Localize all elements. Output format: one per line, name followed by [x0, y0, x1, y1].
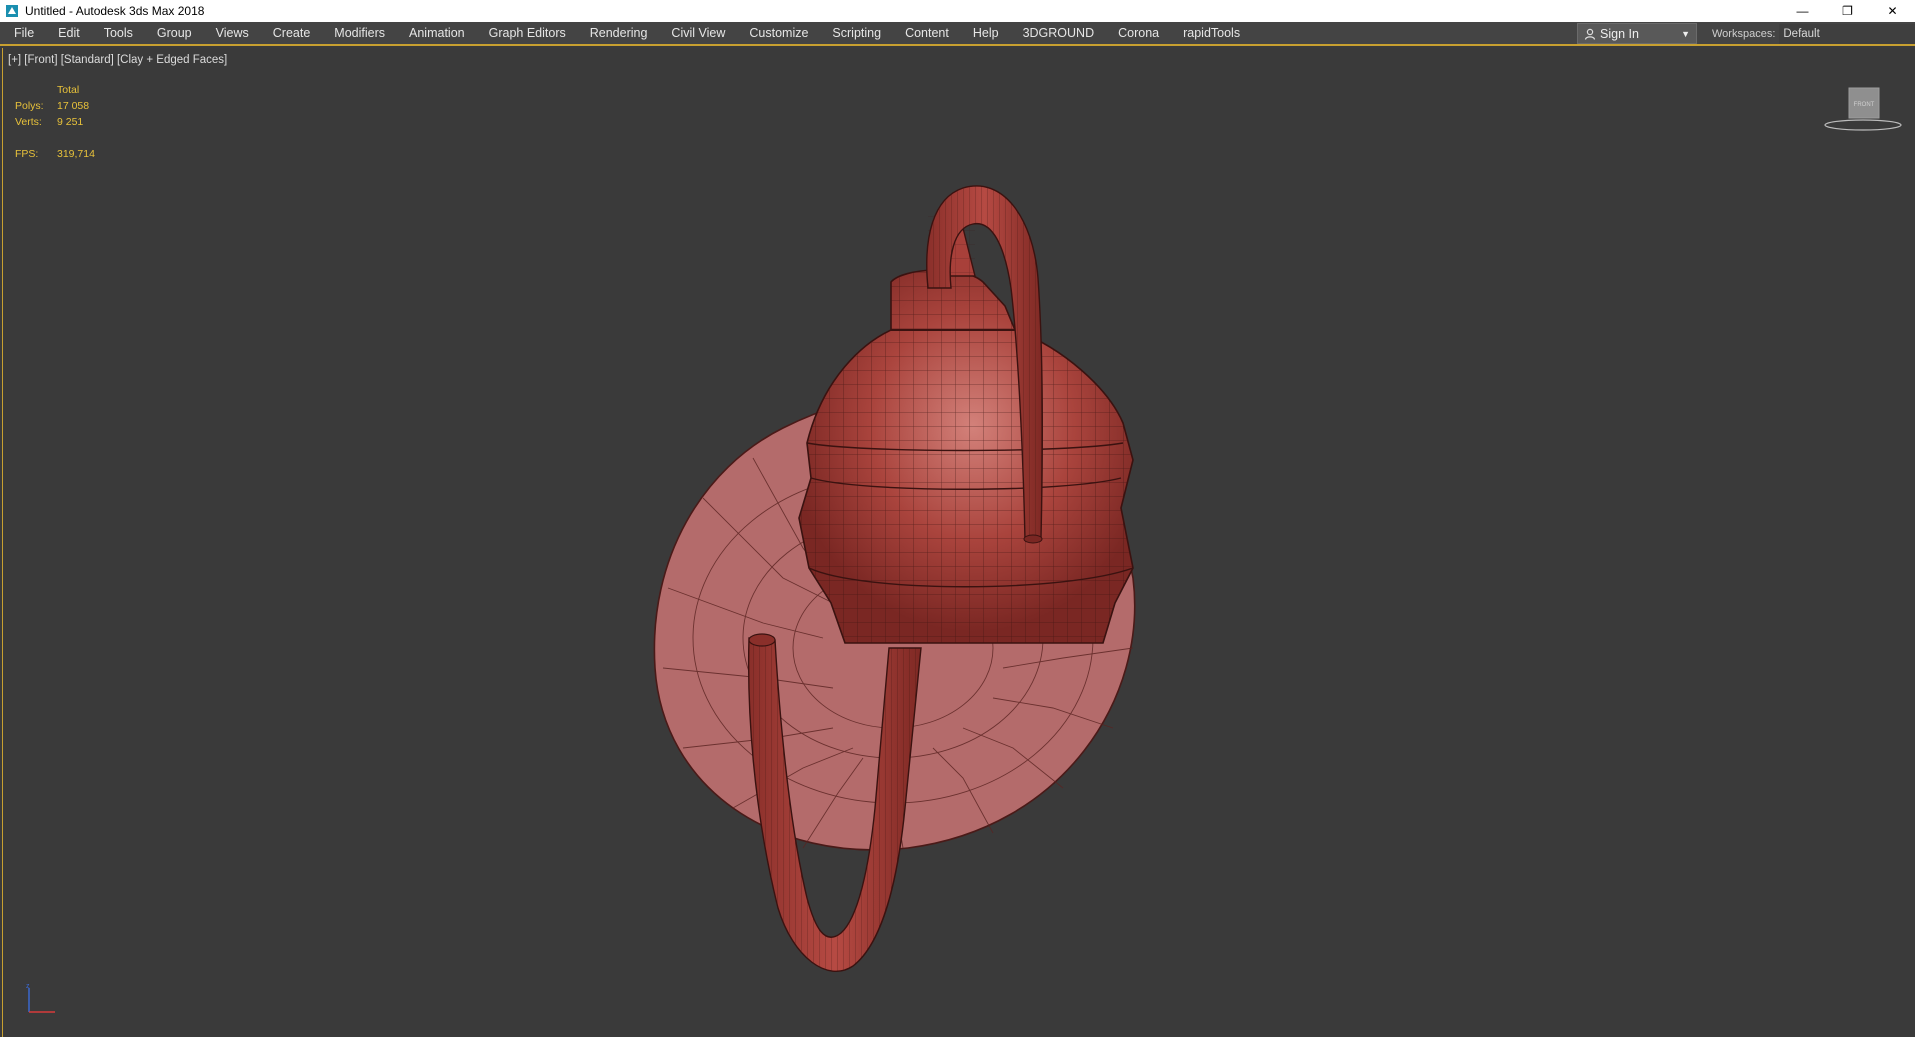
menu-animation[interactable]: Animation: [397, 22, 477, 44]
menu-corona[interactable]: Corona: [1106, 22, 1171, 44]
menu-content[interactable]: Content: [893, 22, 961, 44]
menu-file[interactable]: File: [0, 22, 46, 44]
menu-civil-view[interactable]: Civil View: [659, 22, 737, 44]
3dsmax-app-icon[interactable]: [5, 4, 19, 18]
close-button[interactable]: ✕: [1870, 0, 1915, 22]
workspace-value: Default: [1783, 27, 1820, 40]
lamp-body: [798, 269, 1134, 644]
restore-button[interactable]: ❐: [1825, 0, 1870, 22]
menu-edit[interactable]: Edit: [46, 22, 92, 44]
title-bar: Untitled - Autodesk 3ds Max 2018 — ❐ ✕: [0, 0, 1915, 22]
menu-modifiers[interactable]: Modifiers: [322, 22, 397, 44]
menu-rendering[interactable]: Rendering: [578, 22, 660, 44]
menu-group[interactable]: Group: [145, 22, 204, 44]
menu-rapidtools[interactable]: rapidTools: [1171, 22, 1252, 44]
menu-bar: File Edit Tools Group Views Create Modif…: [0, 22, 1915, 46]
sign-in-button[interactable]: Sign In ▼: [1577, 23, 1697, 44]
menu-help[interactable]: Help: [961, 22, 1011, 44]
menu-graph-editors[interactable]: Graph Editors: [477, 22, 578, 44]
window-title: Untitled - Autodesk 3ds Max 2018: [25, 4, 205, 18]
workspaces-control: Workspaces: Default ▼: [1712, 23, 1915, 44]
sign-in-label: Sign In: [1600, 26, 1639, 41]
workspaces-label: Workspaces:: [1712, 27, 1776, 40]
window-controls: — ❐ ✕: [1780, 0, 1915, 22]
user-icon: [1584, 28, 1596, 40]
chevron-down-icon: ▼: [1681, 28, 1690, 39]
front-viewport[interactable]: [+] [Front] [Standard] [Clay + Edged Fac…: [2, 48, 1915, 1037]
menu-3dground[interactable]: 3DGROUND: [1011, 22, 1107, 44]
axis-tripod-icon: z: [26, 983, 55, 1013]
svg-text:z: z: [26, 983, 30, 990]
wall-lamp-model[interactable]: [3, 48, 1915, 1037]
menu-create[interactable]: Create: [261, 22, 323, 44]
minimize-button[interactable]: —: [1780, 0, 1825, 22]
workspaces-dropdown[interactable]: Default ▼: [1779, 23, 1915, 44]
menu-scripting[interactable]: Scripting: [820, 22, 893, 44]
menu-views[interactable]: Views: [204, 22, 261, 44]
menu-tools[interactable]: Tools: [92, 22, 145, 44]
menu-customize[interactable]: Customize: [737, 22, 820, 44]
